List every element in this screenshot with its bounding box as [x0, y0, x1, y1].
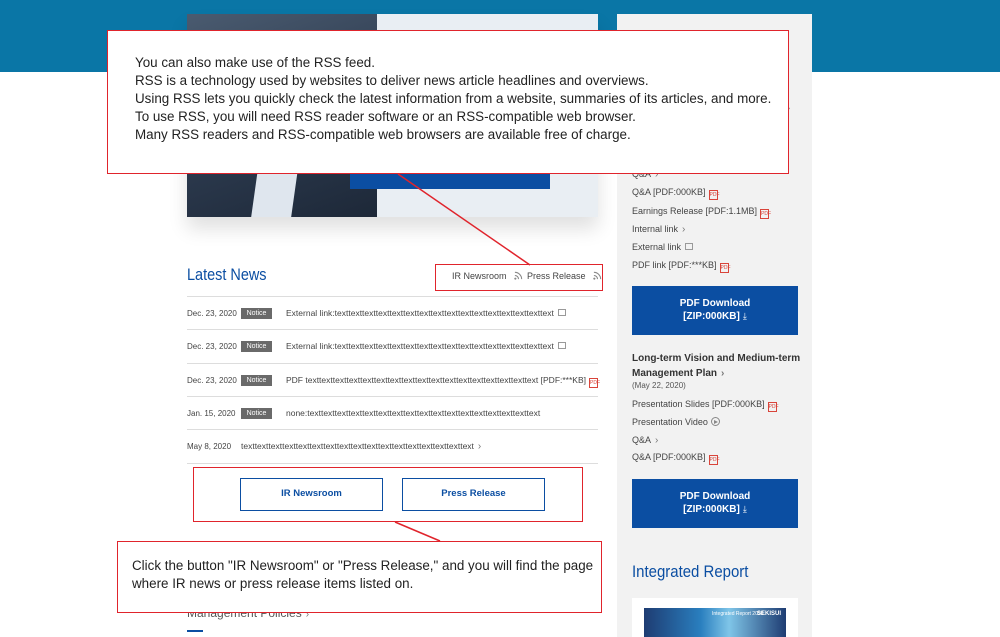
callout-line: To use RSS, you will need RSS reader sof…: [135, 109, 636, 124]
chevron-right-icon: ›: [682, 224, 686, 235]
latest-news-title: Latest News: [187, 265, 267, 284]
report-cover-text: Integrated Report 2020: [712, 611, 764, 617]
news-text: External link:texttexttexttexttexttextte…: [286, 308, 566, 318]
pdf-icon: PDF: [760, 209, 772, 219]
chevron-right-icon: ›: [721, 368, 725, 379]
news-badge: Notice: [241, 341, 272, 352]
news-text: none:texttexttexttexttexttexttexttexttex…: [286, 408, 541, 418]
news-badge: Notice: [241, 308, 272, 319]
download-size: [ZIP:000KB]: [683, 504, 740, 515]
external-link-icon: [557, 309, 566, 316]
chevron-right-icon: ›: [477, 441, 482, 452]
callout-line: Using RSS lets you quickly check the lat…: [135, 91, 772, 106]
plan-title[interactable]: Long-term Vision and Medium-term Managem…: [632, 351, 807, 381]
news-date: Jan. 15, 2020: [187, 409, 236, 418]
news-date: Dec. 23, 2020: [187, 309, 237, 318]
pdf-icon: PDF: [719, 263, 731, 273]
pdf-icon: PDF: [708, 455, 720, 465]
callout-line: You can also make use of the RSS feed.: [135, 55, 375, 70]
news-text: texttexttexttexttexttexttexttexttexttext…: [241, 441, 482, 452]
external-link-icon: [557, 342, 566, 349]
news-text: External link:texttexttexttexttexttextte…: [286, 341, 566, 351]
pdf-icon: PDF: [708, 190, 720, 200]
sidebar-link-video[interactable]: Presentation Video: [632, 416, 720, 428]
sidebar-link-qa2[interactable]: Q&A ›: [632, 434, 658, 447]
news-item[interactable]: May 8, 2020 texttexttexttexttexttexttext…: [187, 429, 598, 463]
news-badge: Notice: [241, 375, 272, 386]
news-item[interactable]: Jan. 15, 2020 Notice none:texttexttextte…: [187, 396, 598, 430]
download-label: PDF Download: [679, 491, 751, 502]
news-date: Dec. 23, 2020: [187, 376, 237, 385]
external-link-icon: [685, 243, 694, 250]
sidebar-link-external[interactable]: External link: [632, 241, 694, 253]
pdf-download-button[interactable]: PDF Download [ZIP:000KB] ⤓: [632, 286, 798, 335]
news-text: PDF texttexttexttexttexttexttexttexttext…: [286, 375, 601, 388]
news-item[interactable]: Dec. 23, 2020 Notice External link:textt…: [187, 329, 598, 363]
download-size: [ZIP:000KB]: [683, 311, 740, 322]
news-date: Dec. 23, 2020: [187, 342, 237, 351]
plan-date: (May 22, 2020): [632, 381, 686, 390]
callout-line: Click the button "IR Newsroom" or "Press…: [132, 558, 594, 573]
callout-line: Many RSS readers and RSS-compatible web …: [135, 127, 631, 142]
rss-annotation-callout: You can also make use of the RSS feed. R…: [107, 30, 789, 174]
news-divider: [187, 463, 598, 464]
sidebar-link-pdf[interactable]: PDF link [PDF:***KB] PDF: [632, 259, 731, 273]
news-date: May 8, 2020: [187, 442, 232, 451]
pdf-download-button-2[interactable]: PDF Download [ZIP:000KB] ⤓: [632, 479, 798, 528]
download-label: PDF Download: [679, 298, 751, 309]
sidebar-link-slides[interactable]: Presentation Slides [PDF:000KB] PDF: [632, 398, 779, 412]
report-cover-logo: SEKISUI: [757, 611, 782, 617]
callout-line: RSS is a technology used by websites to …: [135, 73, 649, 88]
callout-line: where IR news or press release items lis…: [132, 576, 414, 591]
play-icon: [710, 417, 720, 426]
integrated-report-title: Integrated Report: [632, 562, 749, 581]
sidebar-link-earnings[interactable]: Earnings Release [PDF:1.1MB] PDF: [632, 205, 772, 219]
heading-underline: [187, 630, 203, 632]
chevron-right-icon: ›: [655, 435, 659, 446]
sidebar-link-qa-pdf[interactable]: Q&A [PDF:000KB] PDF: [632, 186, 720, 200]
news-badge: Notice: [241, 408, 272, 419]
pdf-icon: PDF: [767, 402, 779, 412]
news-item[interactable]: Dec. 23, 2020 Notice External link:textt…: [187, 296, 598, 330]
connector-line-bottom: [394, 521, 441, 542]
news-item[interactable]: Dec. 23, 2020 Notice PDF texttexttexttex…: [187, 363, 601, 397]
download-icon: ⤓: [742, 311, 747, 321]
rss-highlight-box: [435, 264, 603, 291]
download-icon: ⤓: [742, 504, 747, 514]
buttons-highlight-box: [193, 467, 583, 522]
pdf-icon: PDF: [589, 378, 601, 388]
sidebar-link-internal[interactable]: Internal link ›: [632, 223, 685, 236]
sidebar-link-qa2-pdf[interactable]: Q&A [PDF:000KB] PDF: [632, 451, 720, 465]
buttons-annotation-callout: Click the button "IR Newsroom" or "Press…: [117, 541, 602, 613]
